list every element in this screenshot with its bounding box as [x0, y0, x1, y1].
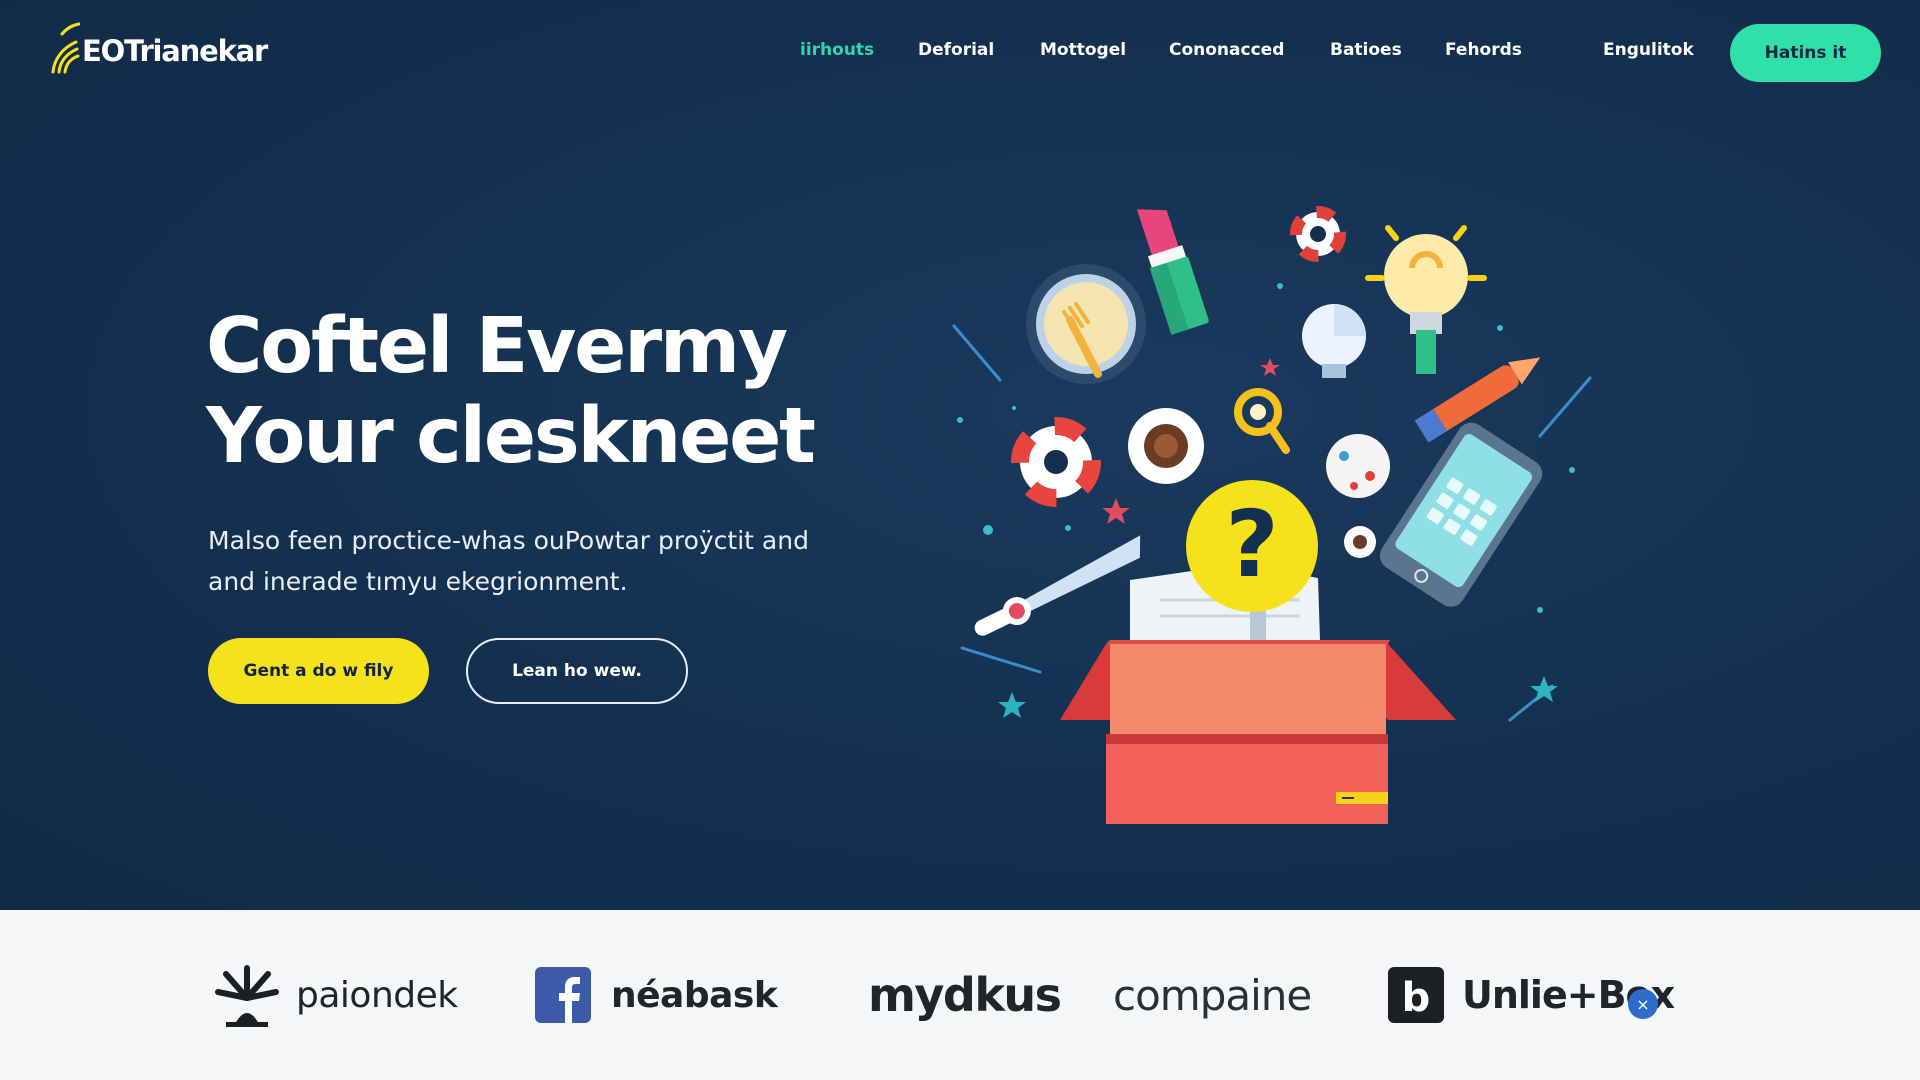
- partner-logo-1[interactable]: paiondek: [212, 910, 458, 1080]
- get-started-button[interactable]: Gent a do w fily: [208, 638, 429, 704]
- hero-illustration: ?: [952, 206, 1592, 824]
- svg-text:?: ?: [1225, 491, 1278, 598]
- nav-item-1[interactable]: iirhouts: [800, 40, 874, 60]
- life-buoy-icon: [1290, 206, 1346, 262]
- knife-icon: [974, 535, 1141, 636]
- b-logo-icon: b: [1388, 967, 1444, 1023]
- nav-item-2[interactable]: Deforial: [918, 40, 994, 60]
- language-selector[interactable]: Engulitok: [1603, 40, 1694, 60]
- ball-icon: [1326, 434, 1390, 498]
- partner-logo-4[interactable]: compaine: [1113, 910, 1312, 1080]
- hero-headline: Coftel Evermy Your cleskneet: [206, 302, 906, 482]
- headline-line-2: Your cleskneet: [206, 392, 816, 481]
- learn-more-button[interactable]: Lean ho wew.: [466, 638, 688, 704]
- nav-item-5[interactable]: Batioes: [1330, 40, 1402, 60]
- hero-subtext: Malso feen proctice-whas ouPowtar proÿct…: [208, 520, 868, 602]
- subtext-line-1: Malso feen proctice-whas ouPowtar proÿct…: [208, 526, 809, 555]
- small-donut-icon: [1344, 526, 1376, 558]
- nav-menu: iirhouts Deforial Mottogel Cononacced Ba…: [0, 40, 1920, 66]
- partner-logo-3[interactable]: mydkus: [868, 910, 1062, 1080]
- header-cta-button[interactable]: Hatins it: [1730, 24, 1881, 82]
- plate-icon: [1026, 264, 1146, 384]
- coffee-cup-icon: [1128, 408, 1204, 484]
- partner-logo-2[interactable]: néabask: [535, 910, 778, 1080]
- top-navbar: EOTrianekar iirhouts Deforial Mottogel C…: [0, 0, 1920, 104]
- nav-item-3[interactable]: Mottogel: [1040, 40, 1126, 60]
- tree-logo-icon: [215, 965, 279, 1027]
- partner-name-3: mydkus: [868, 968, 1062, 1022]
- close-icon[interactable]: ×: [1628, 989, 1658, 1019]
- subtext-line-2: and inerade tımyu ekegrionment.: [208, 567, 628, 596]
- headline-line-1: Coftel Evermy: [206, 302, 788, 391]
- light-bulb-icon: [1365, 225, 1487, 374]
- nav-item-4[interactable]: Cononacced: [1169, 40, 1284, 60]
- partner-name-4: compaine: [1113, 970, 1312, 1020]
- gift-box-icon: [1060, 640, 1456, 824]
- hero-section: EOTrianekar iirhouts Deforial Mottogel C…: [0, 0, 1920, 910]
- partner-name-1: paiondek: [296, 974, 458, 1016]
- facebook-icon: [535, 967, 591, 1023]
- phone-icon: [1379, 422, 1543, 607]
- magnifier-icon: [1234, 388, 1290, 454]
- nav-item-6[interactable]: Fehords: [1445, 40, 1522, 60]
- life-buoy-left-icon: [1011, 417, 1101, 507]
- svg-text:b: b: [1402, 975, 1431, 1021]
- partner-name-2: néabask: [611, 974, 778, 1016]
- small-bulb-icon: [1302, 304, 1366, 378]
